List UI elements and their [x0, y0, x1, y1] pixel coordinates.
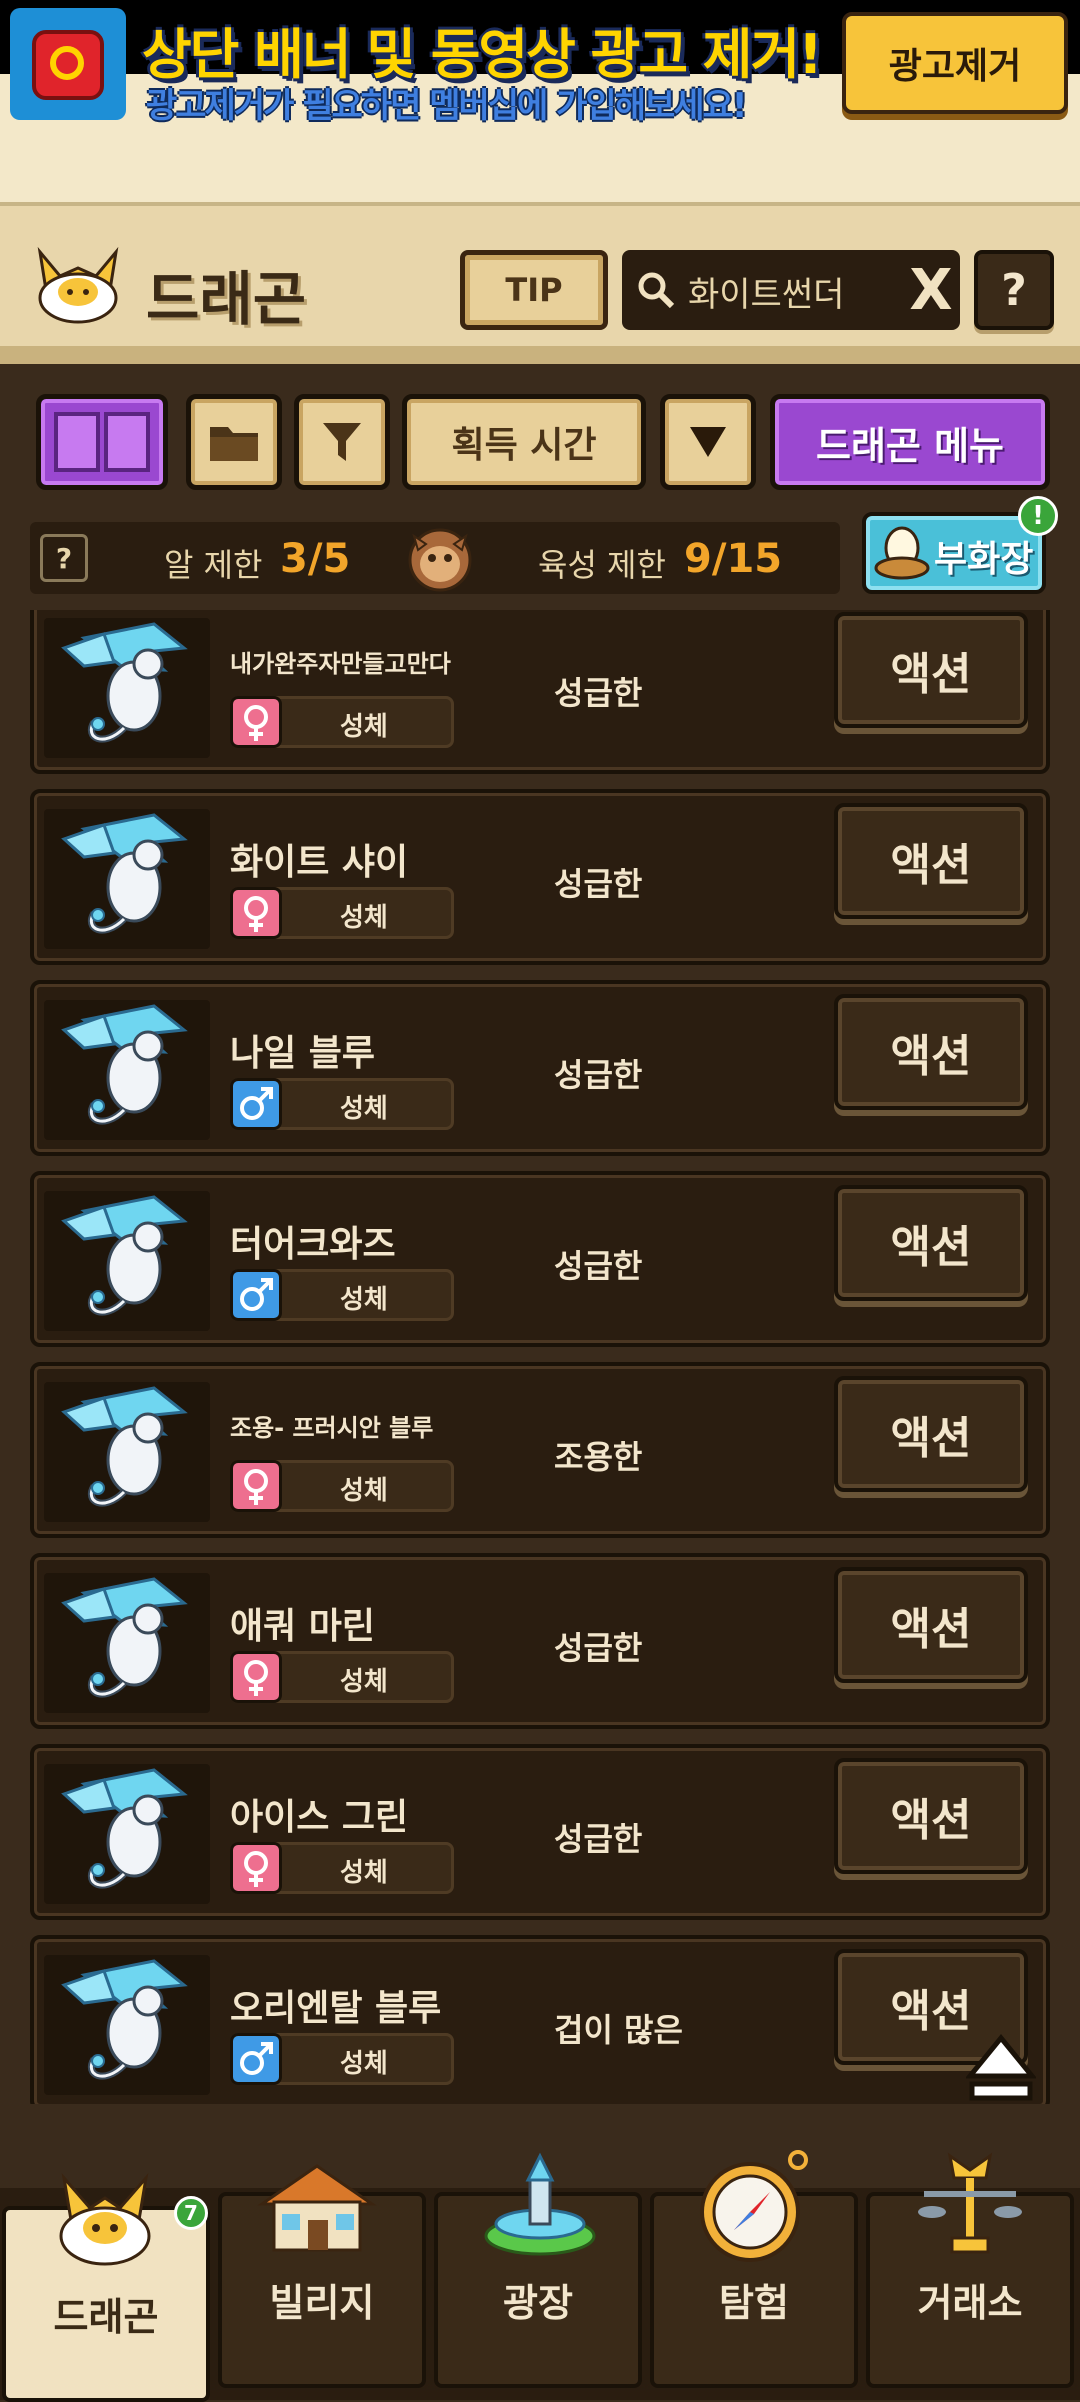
dragon-stage: 성체 — [340, 1667, 388, 1697]
filter-button[interactable] — [294, 394, 390, 490]
dragon-portrait[interactable] — [44, 1573, 210, 1713]
dragon-menu-button[interactable]: 드래곤 메뉴 — [770, 394, 1050, 490]
male-icon — [230, 1269, 282, 1321]
female-icon — [230, 887, 282, 939]
dragon-stage: 성체 — [340, 1858, 388, 1888]
dragon-row[interactable]: 조용- 프러시안 블루 성체 조용한 액션 — [30, 1362, 1050, 1538]
triangle-down-icon — [690, 427, 726, 457]
nav-tab-label: 드래곤 — [53, 2295, 159, 2339]
dragon-name: 내가완주자만들고만다 — [230, 650, 451, 678]
dragon-stage: 성체 — [340, 1285, 388, 1315]
dragon-name: 화이트 샤이 — [230, 842, 409, 883]
dragon-personality: 성급한 — [554, 1056, 643, 1094]
hatchery-alert-badge: ! — [1018, 496, 1058, 536]
dragon-row[interactable]: 나일 블루 성체 성급한 액션 — [30, 980, 1050, 1156]
dragon-icon — [50, 2168, 160, 2282]
filter-icon — [323, 423, 361, 461]
dragon-name: 조용- 프러시안 블루 — [230, 1414, 434, 1442]
egg-nest-icon — [874, 526, 930, 580]
action-button[interactable]: 액션 — [834, 612, 1028, 728]
help-button[interactable]: ? — [974, 250, 1054, 330]
dragon-personality: 성급한 — [554, 865, 643, 903]
fountain-icon — [480, 2150, 600, 2264]
dragon-row[interactable]: 터어크와즈 성체 성급한 액션 — [30, 1171, 1050, 1347]
folder-icon — [210, 427, 258, 461]
raise-limit-value: 9/15 — [684, 536, 783, 582]
nav-tab-label: 탐험 — [719, 2281, 789, 2325]
tip-button[interactable]: TIP — [460, 250, 608, 330]
dragon-portrait[interactable] — [44, 618, 210, 758]
ad-subtitle: 광고제거가 필요하면 멤버십에 가입해보세요! — [146, 86, 747, 126]
owl-icon — [408, 528, 472, 592]
action-button[interactable]: 액션 — [834, 1376, 1028, 1492]
folder-button[interactable] — [186, 394, 282, 490]
dragon-name: 나일 블루 — [230, 1033, 376, 1074]
dragon-row[interactable]: 내가완주자만들고만다 성체 성급한 액션 — [30, 610, 1050, 774]
dragon-personality: 성급한 — [554, 1820, 643, 1858]
hatchery-label: 부화장 — [934, 539, 1034, 580]
action-button[interactable]: 액션 — [834, 994, 1028, 1110]
grid-view-icon — [104, 412, 150, 472]
clear-search-button[interactable]: X — [906, 258, 956, 323]
action-button[interactable]: 액션 — [834, 803, 1028, 919]
dragon-portrait[interactable] — [44, 1000, 210, 1140]
view-toggle-button[interactable] — [36, 394, 168, 490]
dragon-name: 애쿼 마린 — [230, 1606, 376, 1647]
male-icon — [230, 2033, 282, 2085]
nav-tab-label: 거래소 — [917, 2281, 1023, 2325]
raise-limit-label: 육성 제한 — [538, 546, 666, 584]
nav-tab-label: 빌리지 — [269, 2281, 375, 2325]
action-button[interactable]: 액션 — [834, 1185, 1028, 1301]
dragon-logo-icon — [37, 246, 119, 324]
egg-limit-label: 알 제한 — [164, 546, 263, 584]
dragon-list[interactable]: 내가완주자만들고만다 성체 성급한 액션 화이트 샤이 성체 성급한 액션 나일… — [30, 610, 1050, 2104]
female-icon — [230, 1460, 282, 1512]
dragon-personality: 성급한 — [554, 1629, 643, 1667]
sort-direction-button[interactable] — [660, 394, 756, 490]
dragon-portrait[interactable] — [44, 809, 210, 949]
search-icon — [638, 272, 675, 309]
scale-icon — [910, 2150, 1030, 2264]
dragon-stage: 성체 — [340, 2049, 388, 2079]
notification-badge: 7 — [174, 2196, 208, 2230]
no-ads-tv-icon — [10, 8, 126, 120]
female-icon — [230, 1842, 282, 1894]
dragon-name: 오리엔탈 블루 — [230, 1988, 442, 2029]
dragon-row[interactable]: 아이스 그린 성체 성급한 액션 — [30, 1744, 1050, 1920]
dragon-stage: 성체 — [340, 712, 388, 742]
limits-help-button[interactable]: ? — [40, 534, 88, 582]
dragon-personality: 겁이 많은 — [554, 2011, 683, 2049]
dragon-row[interactable]: 오리엔탈 블루 성체 겁이 많은 액션 — [30, 1935, 1050, 2104]
scroll-to-top-icon[interactable] — [966, 2032, 1036, 2106]
house-icon — [252, 2158, 382, 2262]
action-button[interactable]: 액션 — [834, 1567, 1028, 1683]
dragon-row[interactable]: 화이트 샤이 성체 성급한 액션 — [30, 789, 1050, 965]
sort-by-button[interactable]: 획득 시간 — [402, 394, 646, 490]
dragon-portrait[interactable] — [44, 1382, 210, 1522]
dragon-portrait[interactable] — [44, 1764, 210, 1904]
dragon-personality: 성급한 — [554, 674, 643, 712]
dragon-row[interactable]: 애쿼 마린 성체 성급한 액션 — [30, 1553, 1050, 1729]
female-icon — [230, 696, 282, 748]
nav-tab-label: 광장 — [503, 2281, 573, 2325]
dragon-portrait[interactable] — [44, 1955, 210, 2095]
action-button[interactable]: 액션 — [834, 1758, 1028, 1874]
dragon-stage: 성체 — [340, 903, 388, 933]
egg-limit-value: 3/5 — [280, 536, 351, 582]
dragon-stage: 성체 — [340, 1094, 388, 1124]
male-icon — [230, 1078, 282, 1130]
dragon-stage: 성체 — [340, 1476, 388, 1506]
dragon-portrait[interactable] — [44, 1191, 210, 1331]
remove-ads-button[interactable]: 광고제거 — [842, 12, 1068, 114]
dragon-name: 아이스 그린 — [230, 1797, 409, 1838]
header-divider — [0, 346, 1080, 364]
page-title: 드래곤 — [146, 265, 307, 333]
dragon-name: 터어크와즈 — [230, 1224, 396, 1265]
compass-icon — [694, 2148, 814, 2272]
female-icon — [230, 1651, 282, 1703]
grid-view-icon — [54, 412, 100, 472]
dragon-personality: 조용한 — [554, 1438, 643, 1476]
search-input[interactable] — [686, 262, 900, 320]
dragon-personality: 성급한 — [554, 1247, 643, 1285]
